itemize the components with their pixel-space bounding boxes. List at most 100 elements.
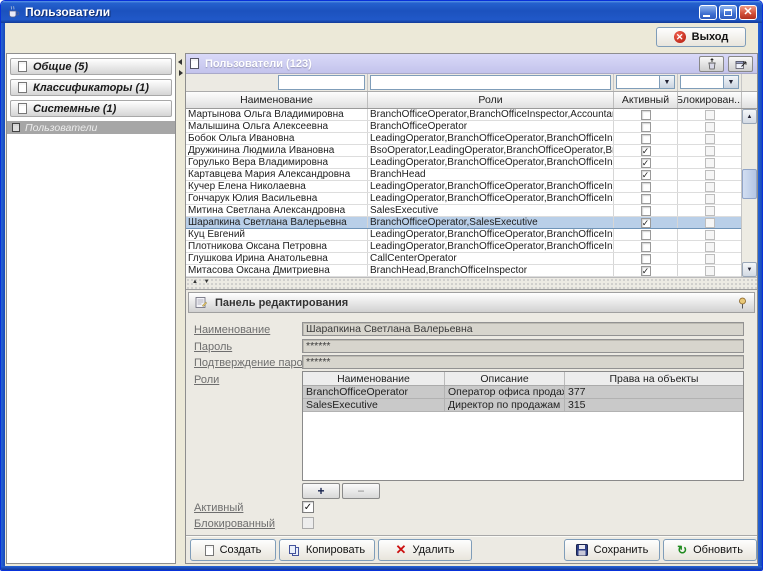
blocked-edit-checkbox[interactable] <box>302 517 314 529</box>
blocked-filter-combo[interactable]: ▼ <box>680 75 739 89</box>
table-row[interactable]: Гончарук Юлия ВасильевнаLeadingOperator,… <box>186 193 743 205</box>
roles-table-row[interactable]: BranchOfficeOperatorОператор офиса прода… <box>303 386 743 399</box>
table-row[interactable]: Бобок Ольга ИвановнаLeadingOperator,Bran… <box>186 133 743 145</box>
roles-label[interactable]: Роли <box>194 374 219 386</box>
scroll-down-button[interactable]: ▼ <box>742 262 757 277</box>
blocked-checkbox[interactable] <box>705 158 715 168</box>
column-header-roles[interactable]: Роли <box>368 92 614 108</box>
active-checkbox[interactable] <box>641 206 651 216</box>
active-edit-checkbox[interactable]: ✓ <box>302 501 314 513</box>
active-checkbox[interactable] <box>641 254 651 264</box>
minimize-button[interactable] <box>699 5 717 20</box>
blocked-checkbox[interactable] <box>705 218 715 228</box>
blocked-checkbox[interactable] <box>705 194 715 204</box>
password-field[interactable]: ****** <box>302 339 744 353</box>
active-checkbox[interactable]: ✓ <box>641 266 651 276</box>
table-row[interactable]: Малышина Ольга АлексеевнаBranchOfficeOpe… <box>186 121 743 133</box>
roles-table-row[interactable]: SalesExecutiveДиректор по продажам315 <box>303 399 743 412</box>
blocked-checkbox[interactable] <box>705 182 715 192</box>
password-confirm-label[interactable]: Подтверждение пароля <box>194 357 315 369</box>
chevron-down-icon[interactable]: ▼ <box>659 76 674 88</box>
table-row[interactable]: Митасова Оксана ДмитриевнаBranchHead,Bra… <box>186 265 743 277</box>
horizontal-splitter[interactable]: ▲ ▼ <box>186 277 757 289</box>
password-confirm-field[interactable]: ****** <box>302 355 744 369</box>
blocked-checkbox[interactable] <box>705 146 715 156</box>
name-field[interactable]: Шарапкина Светлана Валерьевна <box>302 322 744 336</box>
pin-icon[interactable] <box>737 297 748 309</box>
table-scrollbar[interactable]: ▲ ▼ <box>741 109 757 277</box>
add-role-button[interactable]: + <box>302 483 340 499</box>
sidebar-section-obshchie[interactable]: Общие (5) <box>10 58 172 75</box>
user-name-cell: Митасова Оксана Дмитриевна <box>186 265 368 276</box>
active-checkbox[interactable]: ✓ <box>641 146 651 156</box>
active-cell <box>614 229 678 240</box>
active-checkbox[interactable] <box>641 134 651 144</box>
scroll-thumb[interactable] <box>742 169 757 199</box>
table-row[interactable]: Кучер Елена НиколаевнаLeadingOperator,Br… <box>186 181 743 193</box>
active-checkbox[interactable] <box>641 122 651 132</box>
roles-filter-input[interactable] <box>370 75 611 90</box>
name-filter-input[interactable] <box>278 75 365 90</box>
collapse-right-icon[interactable] <box>179 70 183 76</box>
sidebar-splitter[interactable] <box>177 53 184 564</box>
table-row[interactable]: Мартынова Ольга ВладимировнаBranchOffice… <box>186 109 743 121</box>
blocked-cell <box>678 193 742 204</box>
table-row[interactable]: Горулько Вера ВладимировнаLeadingOperato… <box>186 157 743 169</box>
column-header-blocked[interactable]: Блокирован... <box>678 92 742 108</box>
active-label[interactable]: Активный <box>194 502 243 514</box>
active-checkbox[interactable]: ✓ <box>641 218 651 228</box>
blocked-label[interactable]: Блокированный <box>194 518 275 530</box>
sidebar-item-polzovateli[interactable]: Пользователи <box>7 121 175 134</box>
exit-button[interactable]: ✕ Выход <box>656 27 746 47</box>
collapse-left-icon[interactable] <box>178 59 182 65</box>
blocked-checkbox[interactable] <box>705 170 715 180</box>
table-row[interactable]: Плотникова Оксана ПетровнаLeadingOperato… <box>186 241 743 253</box>
trash-button[interactable] <box>699 56 724 72</box>
table-row[interactable]: Глушкова Ирина АнатольевнаCallCenterOper… <box>186 253 743 265</box>
table-row[interactable]: Картавцева Мария АлександровнаBranchHead… <box>186 169 743 181</box>
active-checkbox[interactable] <box>641 230 651 240</box>
blocked-checkbox[interactable] <box>705 230 715 240</box>
active-checkbox[interactable]: ✓ <box>641 158 651 168</box>
users-icon <box>190 58 199 69</box>
delete-button[interactable]: ✕ Удалить <box>378 539 472 561</box>
user-roles-cell: BranchOfficeOperator,BranchOfficeInspect… <box>368 109 614 120</box>
copy-button[interactable]: Копировать <box>279 539 375 561</box>
blocked-checkbox[interactable] <box>705 242 715 252</box>
blocked-checkbox[interactable] <box>705 122 715 132</box>
column-header-name[interactable]: Наименование <box>186 92 368 108</box>
active-checkbox[interactable] <box>641 182 651 192</box>
close-button[interactable]: ✕ <box>739 5 757 20</box>
export-button[interactable] <box>728 56 753 72</box>
active-checkbox[interactable] <box>641 110 651 120</box>
active-checkbox[interactable] <box>641 194 651 204</box>
save-button[interactable]: Сохранить <box>564 539 660 561</box>
maximize-button[interactable] <box>719 5 737 20</box>
sidebar-section-sistemnye[interactable]: Системные (1) <box>10 100 172 117</box>
password-label[interactable]: Пароль <box>194 341 232 353</box>
active-checkbox[interactable]: ✓ <box>641 170 651 180</box>
splitter-collapse-icons[interactable]: ▲ ▼ <box>192 279 212 285</box>
active-cell <box>614 241 678 252</box>
edit-panel: Панель редактирования Наименование Шарап… <box>186 289 757 535</box>
create-button[interactable]: Создать <box>190 539 276 561</box>
column-header-active[interactable]: Активный <box>614 92 678 108</box>
chevron-down-icon[interactable]: ▼ <box>723 76 738 88</box>
remove-role-button[interactable]: − <box>342 483 380 499</box>
blocked-checkbox[interactable] <box>705 254 715 264</box>
close-icon: ✕ <box>740 5 756 18</box>
table-row[interactable]: Шарапкина Светлана ВалерьевнаBranchOffic… <box>186 217 743 229</box>
blocked-checkbox[interactable] <box>705 206 715 216</box>
blocked-checkbox[interactable] <box>705 266 715 276</box>
table-row[interactable]: Куц ЕвгенийLeadingOperator,BranchOfficeO… <box>186 229 743 241</box>
table-row[interactable]: Митина Светлана АлександровнаSalesExecut… <box>186 205 743 217</box>
refresh-button[interactable]: ↻ Обновить <box>663 539 757 561</box>
blocked-checkbox[interactable] <box>705 110 715 120</box>
active-filter-combo[interactable]: ▼ <box>616 75 675 89</box>
scroll-up-button[interactable]: ▲ <box>742 109 757 124</box>
name-label[interactable]: Наименование <box>194 324 270 336</box>
table-row[interactable]: Дружинина Людмила ИвановнаBsoOperator,Le… <box>186 145 743 157</box>
sidebar-section-klassifikatory[interactable]: Классификаторы (1) <box>10 79 172 96</box>
blocked-checkbox[interactable] <box>705 134 715 144</box>
active-checkbox[interactable] <box>641 242 651 252</box>
